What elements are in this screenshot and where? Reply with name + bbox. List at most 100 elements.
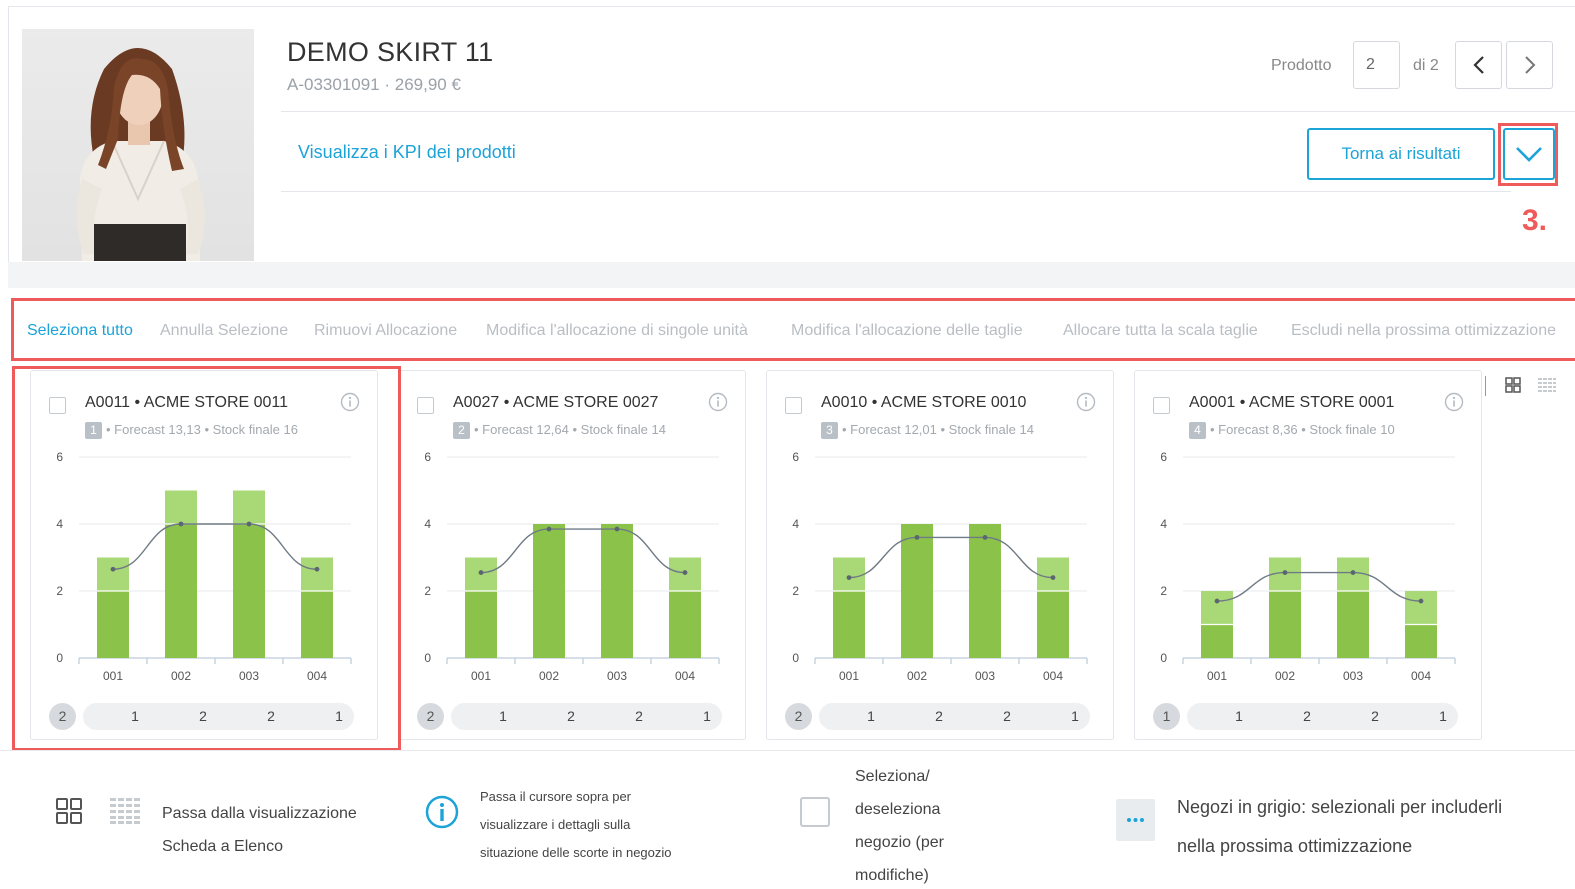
header-divider: [281, 191, 1511, 192]
forecast-point: [1350, 570, 1356, 575]
size-allocation-value[interactable]: 2: [561, 703, 581, 730]
store-card[interactable]: A0027 • ACME STORE 0027 2 • Forecast 12,64…: [398, 370, 746, 740]
chevron-right-icon: [1524, 56, 1535, 74]
allocation-summary: 2 1 2 2 1: [785, 703, 1095, 730]
allocation-bar: [165, 524, 197, 658]
allocation-bar: [301, 557, 333, 591]
size-allocation-value[interactable]: 2: [193, 703, 213, 730]
exclude-next-optimization-action[interactable]: Escludi nella prossima ottimizzazione: [1291, 322, 1556, 340]
size-allocation-value[interactable]: 2: [629, 703, 649, 730]
ellipsis-icon: [1127, 818, 1144, 822]
size-allocation-value[interactable]: 1: [1229, 703, 1249, 730]
size-allocation-value[interactable]: 2: [929, 703, 949, 730]
edit-unit-allocation-action[interactable]: Modifica l'allocazione di singole unità: [486, 322, 748, 340]
size-allocation-value[interactable]: 1: [329, 703, 349, 730]
allocation-bar: [901, 524, 933, 658]
info-icon[interactable]: [1444, 392, 1464, 412]
allocation-per-size: [1187, 703, 1458, 730]
y-tick-label: 6: [56, 450, 63, 464]
info-icon[interactable]: [708, 392, 728, 412]
list-view-icon[interactable]: [1538, 377, 1556, 393]
y-tick-label: 4: [792, 517, 799, 531]
forecast-point: [1214, 598, 1220, 604]
product-header: DEMO SKIRT 11 A-03301091 · 269,90 € Visu…: [8, 6, 1575, 262]
store-card[interactable]: A0010 • ACME STORE 0010 3 • Forecast 12,01…: [766, 370, 1114, 740]
previous-product-button[interactable]: [1455, 41, 1502, 89]
store-select-checkbox[interactable]: [785, 397, 802, 414]
back-to-results-button[interactable]: Torna ai risultati: [1307, 128, 1495, 180]
store-details: • Forecast 8,36 • Stock finale 10: [1210, 422, 1395, 437]
step-annotation: 3.: [1522, 204, 1548, 237]
card-view-icon: [56, 798, 82, 824]
next-product-button[interactable]: [1506, 41, 1553, 89]
info-icon[interactable]: [340, 392, 360, 412]
x-tick-label: 004: [1411, 669, 1431, 683]
store-select-checkbox[interactable]: [417, 397, 434, 414]
product-sku-price: A-03301091 · 269,90 €: [287, 75, 461, 94]
allocation-bar: [1269, 591, 1301, 658]
allocation-page: DEMO SKIRT 11 A-03301091 · 269,90 € Visu…: [0, 0, 1575, 889]
y-tick-label: 0: [56, 651, 63, 665]
store-details: • Forecast 13,13 • Stock finale 16: [106, 422, 298, 437]
allocation-summary: 1 1 2 2 1: [1153, 703, 1463, 730]
x-tick-label: 001: [103, 669, 123, 683]
size-allocation-value[interactable]: 1: [125, 703, 145, 730]
info-icon[interactable]: [1076, 392, 1096, 412]
x-tick-label: 002: [539, 669, 559, 683]
store-forecast-stock: 1 • Forecast 13,13 • Stock finale 16: [85, 422, 298, 439]
header-divider: [281, 111, 1575, 112]
size-allocation-value[interactable]: 2: [1365, 703, 1385, 730]
allocation-bar: [601, 524, 633, 658]
store-card[interactable]: A0001 • ACME STORE 0001 4 • Forecast 8,36 …: [1134, 370, 1482, 740]
allocate-full-size-scale-action[interactable]: Allocare tutta la scala taglie: [1063, 322, 1258, 340]
size-allocation-value[interactable]: 1: [1065, 703, 1085, 730]
size-allocation-value[interactable]: 1: [697, 703, 717, 730]
x-tick-label: 003: [1343, 669, 1363, 683]
allocation-bar: [1037, 557, 1069, 591]
clear-selection-action[interactable]: Annulla Selezione: [160, 322, 288, 340]
allocation-bar: [301, 591, 333, 658]
product-number-input[interactable]: 2: [1353, 41, 1400, 89]
size-allocation-value[interactable]: 2: [1297, 703, 1317, 730]
forecast-point: [546, 526, 552, 532]
select-all-action[interactable]: Seleziona tutto: [27, 322, 133, 340]
remove-allocation-action[interactable]: Rimuovi Allocazione: [314, 322, 457, 340]
store-select-checkbox[interactable]: [1153, 397, 1170, 414]
store-forecast-stock: 3 • Forecast 12,01 • Stock finale 14: [821, 422, 1034, 439]
legend-gray-stores: Negozi in grigio: selezionali per includ…: [1177, 797, 1503, 856]
allocation-per-size: [451, 703, 722, 730]
forecast-line: [1216, 571, 1422, 602]
y-tick-label: 4: [56, 517, 63, 531]
size-allocation-value[interactable]: 1: [861, 703, 881, 730]
forecast-point: [246, 521, 252, 527]
legend-select-toggle: Seleziona/ deseleziona negozio (per modi…: [855, 768, 944, 884]
forecast-point: [682, 570, 688, 575]
kpi-link[interactable]: Visualizza i KPI dei prodotti: [298, 142, 516, 163]
x-tick-label: 004: [675, 669, 695, 683]
y-tick-label: 2: [1160, 584, 1167, 598]
expand-header-button[interactable]: [1503, 128, 1555, 180]
allocation-bar: [533, 524, 565, 658]
card-view-icon[interactable]: [1505, 377, 1521, 393]
allocation-total: 2: [49, 703, 76, 730]
allocation-summary: 2 1 2 2 1: [49, 703, 359, 730]
edit-size-allocation-action[interactable]: Modifica l'allocazione delle taglie: [791, 322, 1023, 340]
store-forecast-stock: 2 • Forecast 12,64 • Stock finale 14: [453, 422, 666, 439]
pager-total: di 2: [1413, 57, 1439, 74]
store-rank-badge: 3: [821, 422, 838, 439]
allocation-bar: [1201, 624, 1233, 658]
x-tick-label: 003: [975, 669, 995, 683]
store-details: • Forecast 12,01 • Stock finale 14: [842, 422, 1034, 437]
size-allocation-value[interactable]: 2: [261, 703, 281, 730]
allocation-bar: [969, 524, 1001, 658]
store-card[interactable]: A0011 • ACME STORE 0011 1 • Forecast 13,13…: [30, 370, 378, 740]
size-allocation-value[interactable]: 1: [1433, 703, 1453, 730]
store-title: A0027 • ACME STORE 0027: [453, 394, 659, 411]
size-allocation-value[interactable]: 1: [493, 703, 513, 730]
allocation-per-size: [819, 703, 1090, 730]
size-allocation-value[interactable]: 2: [997, 703, 1017, 730]
store-select-checkbox[interactable]: [49, 397, 66, 414]
x-tick-label: 001: [839, 669, 859, 683]
forecast-point: [110, 566, 116, 572]
chevron-left-icon: [1472, 56, 1484, 74]
